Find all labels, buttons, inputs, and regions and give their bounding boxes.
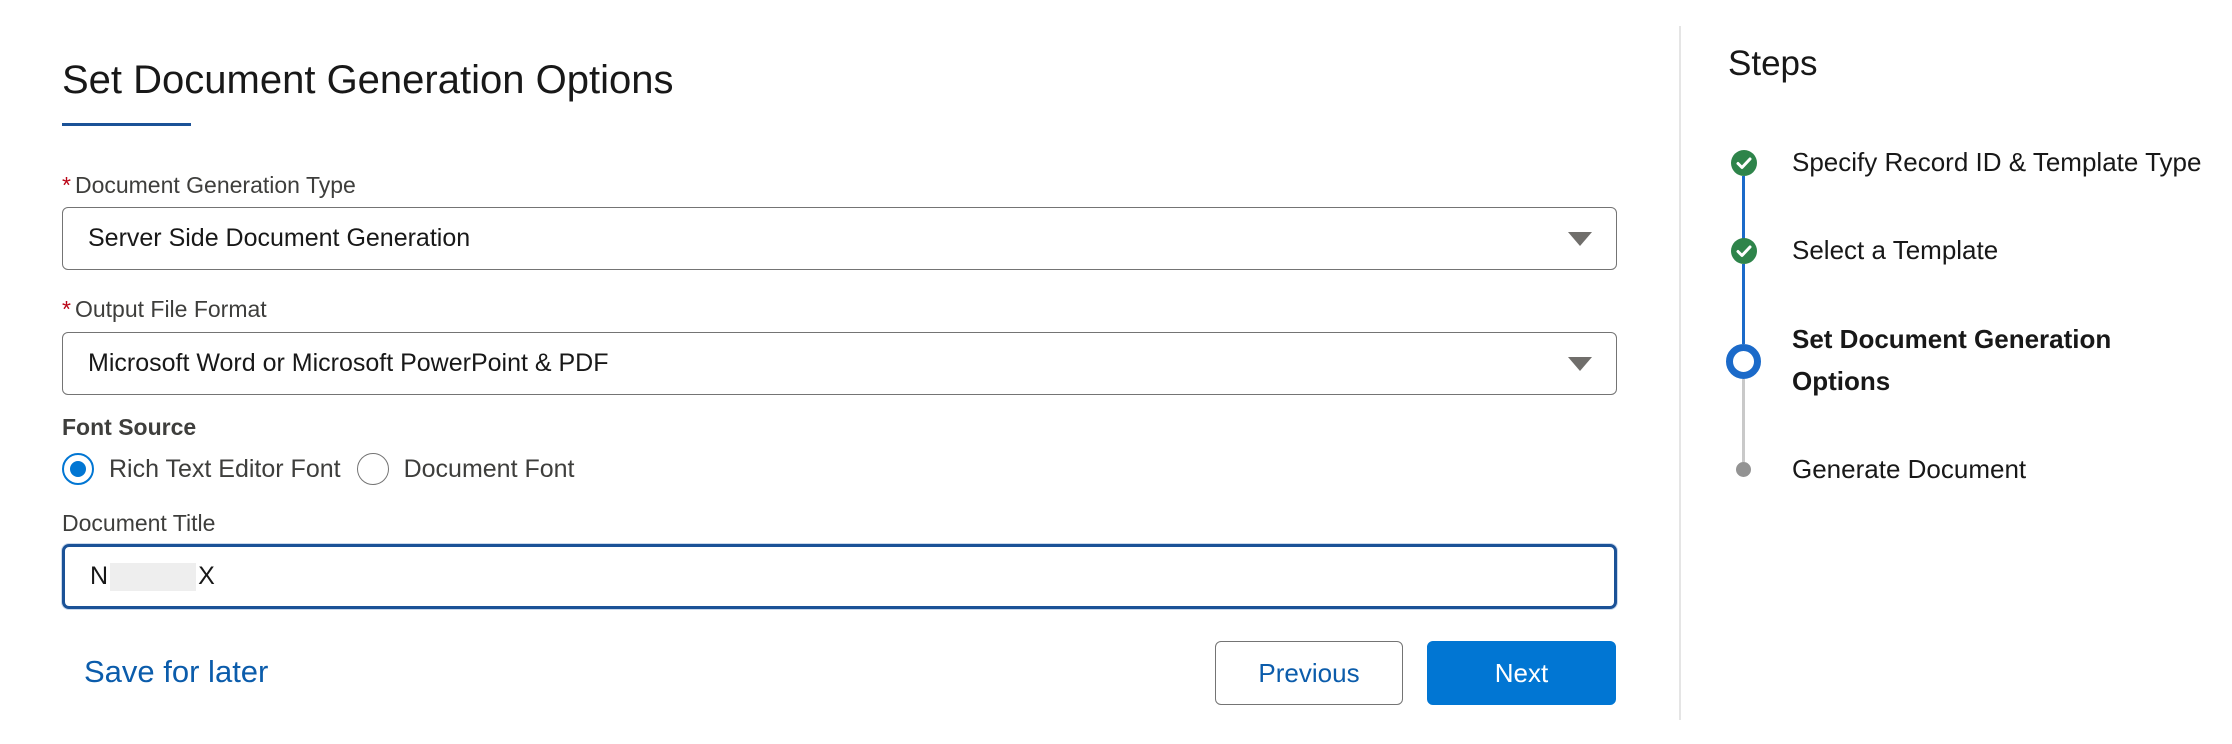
form-panel: Set Document Generation Options * Documen… [0, 0, 1680, 744]
check-icon [1731, 238, 1757, 264]
required-marker: * [62, 172, 71, 198]
chevron-down-icon [1568, 231, 1592, 246]
document-title-input[interactable]: NX [62, 544, 1617, 609]
radio-rich-text-editor-font[interactable]: Rich Text Editor Font [62, 453, 341, 485]
step-label-specify-record: Specify Record ID & Template Type [1792, 147, 2202, 177]
font-source-label: Font Source [62, 414, 197, 440]
output-format-label-text: Output File Format [74, 296, 267, 322]
radio-label: Document Font [403, 454, 575, 483]
step-label-select-template: Select a Template [1792, 235, 1999, 265]
current-step-icon [1726, 344, 1761, 379]
steps-title: Steps [1728, 44, 1818, 83]
page-title: Set Document Generation Options [62, 58, 674, 102]
next-button[interactable]: Next [1427, 641, 1616, 705]
radio-selected-icon[interactable] [62, 453, 94, 485]
step-connector-complete [1742, 264, 1745, 344]
required-marker: * [62, 296, 71, 322]
font-source-radio-group: Rich Text Editor Font Document Font [62, 452, 591, 486]
upcoming-step-icon [1736, 462, 1751, 477]
step-label-set-options: Set Document Generation Options [1792, 324, 2112, 396]
generation-type-value: Server Side Document Generation [88, 224, 471, 252]
steps-panel: Steps Specify Record ID & Template Type … [1681, 0, 2232, 744]
output-format-select[interactable]: Microsoft Word or Microsoft PowerPoint &… [62, 332, 1617, 395]
generation-type-label-text: Document Generation Type [74, 172, 356, 198]
chevron-down-icon [1568, 356, 1592, 371]
previous-button[interactable]: Previous [1215, 641, 1403, 705]
step-label-generate-document: Generate Document [1792, 454, 2027, 484]
generation-type-label: * Document Generation Type [62, 172, 356, 199]
output-format-label: * Output File Format [62, 296, 267, 323]
step-connector-upcoming [1742, 379, 1745, 462]
save-for-later-link[interactable]: Save for later [84, 654, 268, 690]
output-format-value: Microsoft Word or Microsoft PowerPoint &… [88, 349, 609, 377]
document-title-label: Document Title [62, 510, 216, 536]
check-icon [1731, 150, 1757, 176]
title-underline [62, 123, 191, 126]
page: Set Document Generation Options * Documen… [0, 0, 2232, 744]
radio-unselected-icon[interactable] [356, 453, 389, 485]
generation-type-select[interactable]: Server Side Document Generation [62, 207, 1617, 270]
radio-label: Rich Text Editor Font [109, 454, 341, 483]
radio-document-font[interactable]: Document Font [356, 453, 575, 485]
document-title-value-start: N [90, 562, 109, 590]
redacted-text [110, 562, 197, 591]
document-title-value-end: X [198, 562, 215, 590]
